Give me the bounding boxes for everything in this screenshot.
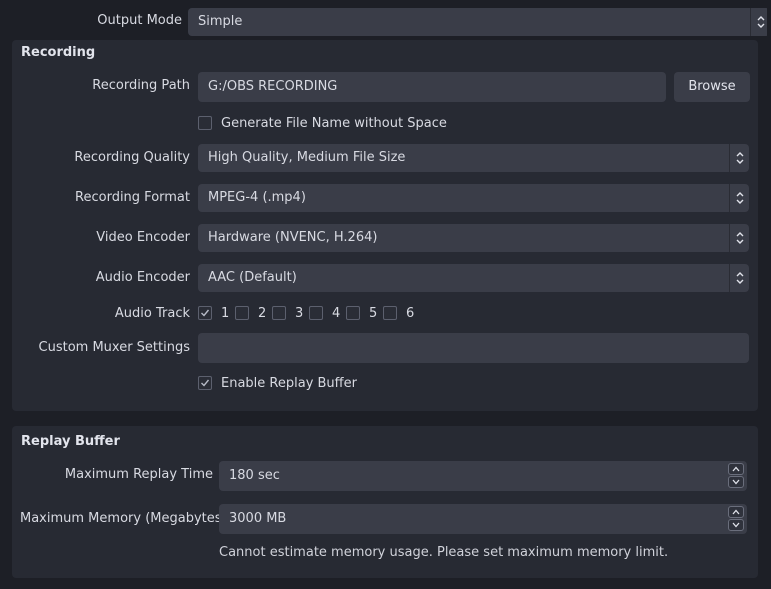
audio-encoder-value: AAC (Default)	[208, 270, 297, 285]
audio-track-checkbox-5[interactable]	[346, 306, 360, 320]
enable-replay-label: Enable Replay Buffer	[221, 376, 357, 391]
recording-format-label: Recording Format	[75, 190, 190, 205]
replay-buffer-title: Replay Buffer	[21, 434, 120, 449]
browse-button[interactable]: Browse	[674, 72, 750, 102]
max-memory-value: 3000 MB	[229, 511, 287, 526]
recording-format-select[interactable]: MPEG-4 (.mp4)	[198, 184, 749, 212]
max-memory-spinbox[interactable]: 3000 MB	[219, 504, 747, 534]
recording-format-value: MPEG-4 (.mp4)	[208, 190, 306, 205]
audio-track-label-2: 2	[258, 306, 267, 321]
memory-estimate-note: Cannot estimate memory usage. Please set…	[219, 545, 669, 560]
spin-down-icon[interactable]	[728, 519, 744, 531]
custom-muxer-label: Custom Muxer Settings	[38, 340, 190, 355]
chevron-updown-icon	[729, 184, 749, 212]
recording-path-label: Recording Path	[92, 78, 190, 93]
audio-track-checkbox-2[interactable]	[235, 306, 249, 320]
max-memory-label: Maximum Memory (Megabytes)	[20, 511, 227, 526]
recording-quality-select[interactable]: High Quality, Medium File Size	[198, 144, 749, 172]
recording-quality-label: Recording Quality	[74, 150, 190, 165]
video-encoder-label: Video Encoder	[96, 230, 190, 245]
audio-track-checkbox-4[interactable]	[309, 306, 323, 320]
video-encoder-value: Hardware (NVENC, H.264)	[208, 230, 378, 245]
max-replay-time-label: Maximum Replay Time	[64, 467, 213, 482]
recording-quality-value: High Quality, Medium File Size	[208, 150, 406, 165]
chevron-updown-icon	[729, 144, 749, 172]
audio-track-label-5: 5	[369, 306, 378, 321]
chevron-updown-icon	[729, 224, 749, 252]
audio-encoder-select[interactable]: AAC (Default)	[198, 264, 749, 292]
video-encoder-select[interactable]: Hardware (NVENC, H.264)	[198, 224, 749, 252]
output-mode-select[interactable]: Simple	[188, 8, 770, 36]
audio-track-label-6: 6	[406, 306, 415, 321]
max-replay-time-value: 180 sec	[229, 468, 280, 483]
chevron-updown-icon	[729, 264, 749, 292]
max-replay-time-spinbox[interactable]: 180 sec	[219, 461, 747, 491]
audio-track-checkbox-6[interactable]	[383, 306, 397, 320]
output-mode-value: Simple	[198, 14, 243, 29]
spin-down-icon[interactable]	[728, 476, 744, 488]
recording-path-value: G:/OBS RECORDING	[208, 79, 338, 94]
recording-path-input[interactable]: G:/OBS RECORDING	[198, 72, 666, 102]
audio-track-checkbox-1[interactable]	[198, 306, 212, 320]
spin-up-icon[interactable]	[728, 463, 744, 475]
audio-track-label-4: 4	[332, 306, 341, 321]
checkmark-icon	[201, 309, 210, 317]
audio-track-label-3: 3	[295, 306, 304, 321]
output-mode-label: Output Mode	[97, 13, 182, 28]
audio-encoder-label: Audio Encoder	[95, 270, 190, 285]
recording-title: Recording	[21, 45, 96, 60]
custom-muxer-input[interactable]	[198, 333, 749, 363]
audio-track-label-1: 1	[221, 306, 230, 321]
gen-filename-checkbox[interactable]	[198, 116, 212, 130]
audio-track-label: Audio Track	[114, 306, 190, 321]
gen-filename-label: Generate File Name without Space	[221, 116, 447, 131]
enable-replay-checkbox[interactable]	[198, 376, 212, 390]
spin-up-icon[interactable]	[728, 506, 744, 518]
audio-track-checkbox-3[interactable]	[272, 306, 286, 320]
scrollbar[interactable]	[767, 0, 771, 589]
checkmark-icon	[201, 379, 210, 387]
